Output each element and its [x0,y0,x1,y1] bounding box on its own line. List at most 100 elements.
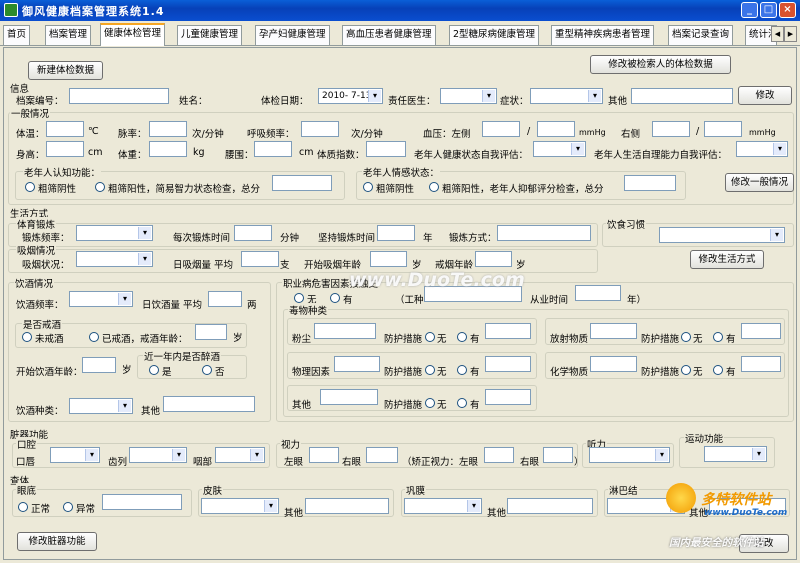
maximize-button[interactable]: □ [760,2,777,18]
exercise-time-input[interactable] [234,225,272,241]
physical-input[interactable] [334,356,380,372]
cognition-positive-radio[interactable] [95,182,105,192]
smoking-start-input[interactable] [370,251,407,267]
bmi-input[interactable] [366,141,406,157]
exercise-persist-input[interactable] [377,225,415,241]
modify-organs-button[interactable]: 修改脏器功能 [17,532,97,551]
smoking-quit-input[interactable] [475,251,512,267]
drinking-other-input[interactable] [163,396,255,412]
occupation-years-input[interactable] [575,285,621,301]
height-input[interactable] [46,141,84,157]
new-exam-button[interactable]: 新建体检数据 [28,61,103,80]
quit-age-input[interactable] [195,324,227,340]
smoking-status-select[interactable] [76,251,153,267]
smoking-daily-input[interactable] [241,251,279,267]
sclera-select[interactable] [404,498,482,514]
exercise-freq-select[interactable] [76,225,153,241]
tab-hypertension[interactable]: 高血压患者健康管理 [342,25,436,45]
physical-protect-have-radio[interactable] [457,365,467,375]
tab-scroll-right-icon[interactable]: ▶ [784,26,797,42]
dust-protect-none-radio[interactable] [425,332,435,342]
teeth-select[interactable] [129,447,187,463]
bp-right-dia-input[interactable] [704,121,742,137]
radiation-protect-input[interactable] [741,323,781,339]
bp-right-sys-input[interactable] [652,121,690,137]
fundus-normal-radio[interactable] [18,502,28,512]
doctor-select[interactable] [440,88,497,104]
bp-left-sys-input[interactable] [482,121,520,137]
dust-input[interactable] [314,323,376,339]
resp-input[interactable] [301,121,339,137]
radiation-input[interactable] [590,323,637,339]
pulse-input[interactable] [149,121,187,137]
chemical-protect-input[interactable] [741,356,781,372]
lips-select[interactable] [50,447,100,463]
tab-diabetes[interactable]: 2型糖尿病健康管理 [449,25,540,45]
emotion-score-input[interactable] [624,175,676,191]
diet-select[interactable] [659,227,785,243]
tab-health-exam[interactable]: 健康体检管理 [100,23,166,46]
emotion-negative-radio[interactable] [363,182,373,192]
record-no-input[interactable] [69,88,169,104]
modify-lifestyle-button[interactable]: 修改生活方式 [690,250,764,269]
throat-select[interactable] [215,447,265,463]
waist-input[interactable] [254,141,292,157]
exercise-method-input[interactable] [497,225,591,241]
radiation-protect-none-radio[interactable] [681,332,691,342]
skin-select[interactable] [201,498,279,514]
modify-general-button[interactable]: 修改一般情况 [725,173,794,192]
drunk-no-radio[interactable] [202,365,212,375]
hearing-select[interactable] [589,447,670,463]
weight-input[interactable] [149,141,187,157]
modify-info-button[interactable]: 修改 [738,86,792,105]
tab-maternal-health[interactable]: 孕产妇健康管理 [255,25,330,45]
modify-searched-exam-button[interactable]: 修改被检索人的体检数据 [590,55,731,74]
tab-records[interactable]: 档案管理 [45,25,92,45]
drinking-start-input[interactable] [82,357,116,373]
corrected-left-input[interactable] [484,447,514,463]
radiation-protect-have-radio[interactable] [713,332,723,342]
drinking-type-select[interactable] [69,398,133,414]
chemical-input[interactable] [590,356,637,372]
symptom-select[interactable] [530,88,603,104]
dust-protect-input[interactable] [485,323,531,339]
physical-protect-none-radio[interactable] [425,365,435,375]
toxic-other-protect-none-radio[interactable] [425,398,435,408]
toxic-other-input[interactable] [320,389,378,405]
motor-select[interactable] [704,446,767,462]
chemical-protect-have-radio[interactable] [713,365,723,375]
toxic-other-protect-have-radio[interactable] [457,398,467,408]
tab-record-query[interactable]: 档案记录查询 [668,25,734,45]
fundus-input[interactable] [102,494,182,510]
physical-protect-input[interactable] [485,356,531,372]
tab-home[interactable]: 首页 [3,25,31,45]
fundus-abnormal-radio[interactable] [63,502,73,512]
skin-other-input[interactable] [305,498,389,514]
sclera-other-input[interactable] [507,498,593,514]
exam-date-picker[interactable]: 2010- 7-13 [318,88,383,104]
vision-left-input[interactable] [309,447,339,463]
vision-right-input[interactable] [366,447,398,463]
tab-scroll-left-icon[interactable]: ◀ [771,26,784,42]
not-quit-radio[interactable] [22,332,32,342]
emotion-positive-radio[interactable] [429,182,439,192]
minimize-button[interactable]: _ [741,2,758,18]
close-button[interactable]: × [779,2,796,18]
elder-care-select[interactable] [736,141,788,157]
tab-mental-illness[interactable]: 重型精神疾病患者管理 [551,25,655,45]
tab-child-health[interactable]: 儿童健康管理 [177,25,243,45]
chemical-protect-none-radio[interactable] [681,365,691,375]
cognition-score-input[interactable] [272,175,332,191]
corrected-right-input[interactable] [543,447,573,463]
temp-input[interactable] [46,121,84,137]
occupation-have-radio[interactable] [330,293,340,303]
quit-radio[interactable] [89,332,99,342]
drinking-freq-select[interactable] [69,291,133,307]
bp-left-dia-input[interactable] [537,121,575,137]
drinking-daily-input[interactable] [208,291,242,307]
toxic-other-protect-input[interactable] [485,389,531,405]
symptom-other-input[interactable] [631,88,733,104]
occupation-none-radio[interactable] [294,293,304,303]
cognition-negative-radio[interactable] [25,182,35,192]
elder-self-select[interactable] [533,141,586,157]
